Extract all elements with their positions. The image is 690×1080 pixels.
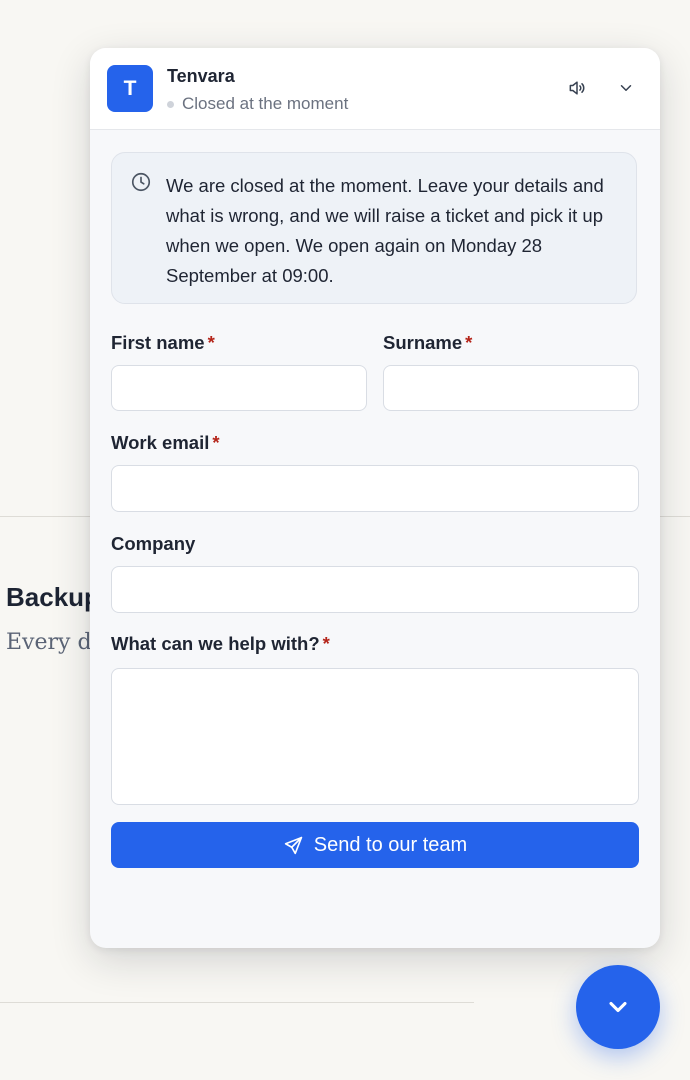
chat-toggle-fab[interactable] xyxy=(576,965,660,1049)
work-email-label-text: Work email xyxy=(111,432,210,453)
first-name-label-text: First name xyxy=(111,332,205,353)
send-button[interactable]: Send to our team xyxy=(111,822,639,868)
sound-toggle-button[interactable] xyxy=(564,75,590,101)
surname-label-text: Surname xyxy=(383,332,463,353)
surname-label: Surname * xyxy=(383,332,472,354)
section-heading: Backup xyxy=(6,582,100,612)
closed-notice: We are closed at the moment. Leave your … xyxy=(111,152,637,304)
collapse-widget-button[interactable] xyxy=(613,75,639,101)
work-email-label: Work email * xyxy=(111,432,220,454)
chevron-down-icon xyxy=(620,85,632,91)
brand-avatar: T xyxy=(107,65,153,112)
speaker-icon xyxy=(569,81,585,95)
notice-text: We are closed at the moment. Leave your … xyxy=(166,175,604,286)
chevron-down-icon xyxy=(609,1001,627,1013)
status-dot xyxy=(167,100,174,108)
first-name-label: First name * xyxy=(111,332,215,354)
company-input[interactable] xyxy=(111,566,639,613)
required-marker: * xyxy=(207,332,215,353)
send-button-label: Send to our team xyxy=(313,833,468,856)
status-text: Closed at the moment xyxy=(182,94,349,113)
required-marker: * xyxy=(465,332,473,353)
clock-icon xyxy=(131,172,151,192)
status-row: Closed at the moment xyxy=(167,94,348,114)
required-marker: * xyxy=(212,432,220,453)
help-label-text: What can we help with? xyxy=(111,633,320,654)
work-email-input[interactable] xyxy=(111,465,639,512)
paper-plane-icon xyxy=(284,836,302,854)
required-marker: * xyxy=(322,633,330,654)
chat-widget: T Tenvara Closed at the moment We are cl… xyxy=(90,48,660,948)
brand-name: Tenvara xyxy=(167,66,235,86)
company-label: Company xyxy=(111,533,195,555)
page-divider-bottom xyxy=(0,1002,474,1003)
help-label: What can we help with? * xyxy=(111,633,330,655)
company-label-text: Company xyxy=(111,533,196,554)
widget-header: T Tenvara Closed at the moment xyxy=(90,48,660,130)
first-name-input[interactable] xyxy=(111,365,367,411)
surname-input[interactable] xyxy=(383,365,639,411)
help-message-textarea[interactable] xyxy=(111,668,639,805)
